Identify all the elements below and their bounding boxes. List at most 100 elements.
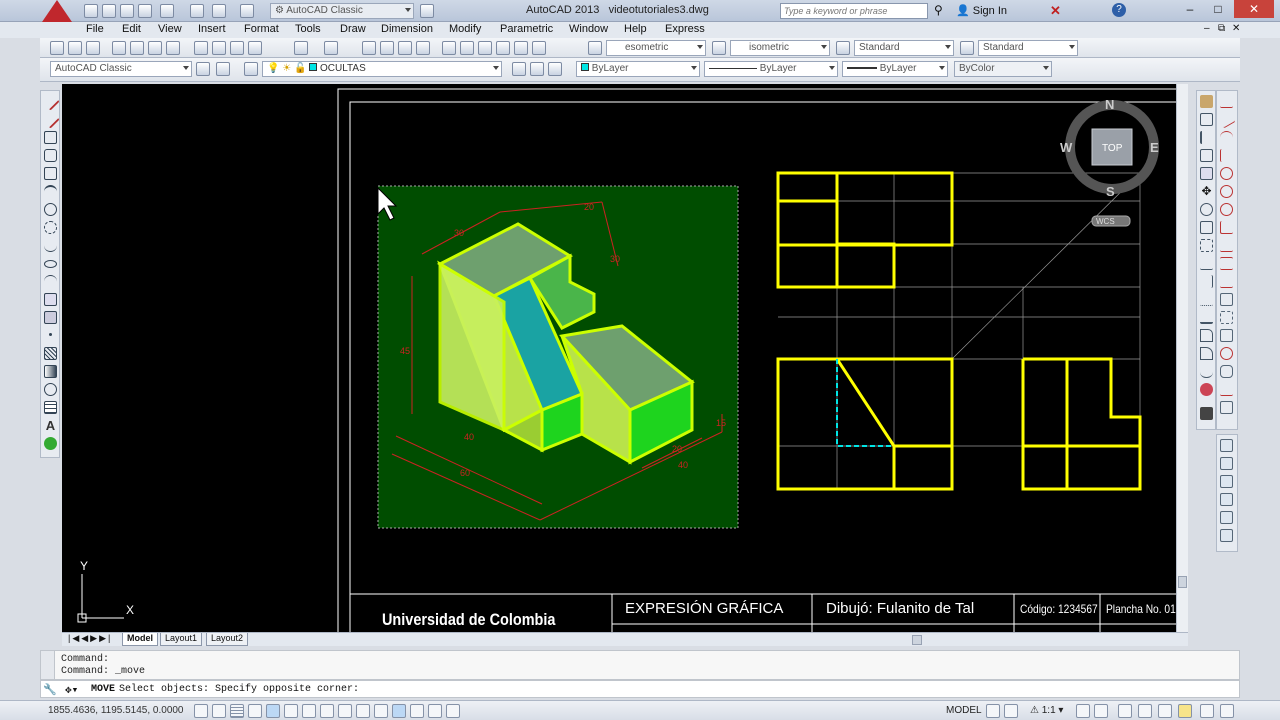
calculator-icon[interactable]	[532, 41, 546, 55]
command-line[interactable]: 🔧 ✥▾ MOVE Select objects: Specify opposi…	[40, 680, 1240, 698]
menu-parametric[interactable]: Parametric	[500, 23, 553, 35]
gradient-icon[interactable]	[44, 365, 57, 378]
isolate-objects-icon[interactable]	[1178, 704, 1192, 718]
mleaderstyle-icon[interactable]	[960, 41, 974, 55]
polygon-icon[interactable]	[44, 149, 57, 162]
menu-insert[interactable]: Insert	[198, 23, 226, 35]
tab-model[interactable]: Model	[122, 633, 158, 646]
search-field[interactable]: Type a keyword or phrase	[780, 3, 928, 19]
multileader-style-combo[interactable]: Standard	[978, 40, 1078, 56]
join-icon[interactable]	[1200, 311, 1213, 324]
dyn-icon[interactable]	[356, 704, 370, 718]
arc-icon[interactable]	[44, 185, 57, 198]
save-icon[interactable]	[86, 41, 100, 55]
horizontal-scroll-thumb[interactable]	[912, 635, 922, 645]
open-icon[interactable]	[68, 41, 82, 55]
snap-icon[interactable]	[212, 704, 226, 718]
ordinate-icon[interactable]	[1220, 149, 1233, 162]
tpy-icon[interactable]	[392, 704, 406, 718]
layer-tool-icon[interactable]	[1220, 511, 1233, 524]
ducs-icon[interactable]	[338, 704, 352, 718]
hardware-accel-icon[interactable]	[1158, 704, 1172, 718]
osnap-icon[interactable]	[284, 704, 298, 718]
workspace-combo-2[interactable]: AutoCAD Classic	[50, 61, 192, 77]
dimstyle-icon[interactable]	[712, 41, 726, 55]
zoom-realtime-icon[interactable]	[380, 41, 394, 55]
zoom-window-icon[interactable]	[398, 41, 412, 55]
workspace-settings-icon[interactable]	[420, 4, 434, 18]
chamfer-icon[interactable]	[1200, 329, 1213, 342]
make-current-icon[interactable]	[512, 62, 526, 76]
save-icon[interactable]	[120, 4, 134, 18]
workspace-switch-icon[interactable]	[1118, 704, 1132, 718]
hatch-icon[interactable]	[44, 347, 57, 360]
menu-file[interactable]: File	[86, 23, 104, 35]
spline-icon[interactable]	[44, 239, 57, 252]
lwt-icon[interactable]	[374, 704, 388, 718]
print-icon[interactable]	[190, 4, 204, 18]
region-icon[interactable]	[44, 383, 57, 396]
menu-format[interactable]: Format	[244, 23, 279, 35]
command-close-icon[interactable]	[41, 651, 55, 679]
linetype-combo[interactable]: ByLayer	[704, 61, 838, 77]
paste-icon[interactable]	[230, 41, 244, 55]
maximize-button[interactable]: □	[1204, 2, 1232, 18]
preview-icon[interactable]	[130, 41, 144, 55]
layer-state-icon[interactable]	[548, 62, 562, 76]
copy-icon[interactable]	[212, 41, 226, 55]
layer-tool-icon[interactable]	[1220, 457, 1233, 470]
doc-minimize-button[interactable]: –	[1204, 23, 1210, 34]
layer-tool-icon[interactable]	[1220, 529, 1233, 542]
copy-object-icon[interactable]	[1200, 113, 1213, 126]
close-button[interactable]: ✕	[1234, 0, 1274, 18]
space-icon[interactable]	[1220, 293, 1233, 306]
magnet-icon[interactable]	[1200, 407, 1213, 420]
extend-icon[interactable]	[1200, 275, 1213, 288]
3dprint-icon[interactable]	[166, 41, 180, 55]
jogged-icon[interactable]	[1220, 185, 1233, 198]
binoculars-icon[interactable]: ⚲	[934, 3, 943, 17]
designcenter-icon[interactable]	[460, 41, 474, 55]
dim-edit-icon[interactable]	[1220, 401, 1233, 414]
layer-tool-icon[interactable]	[1220, 439, 1233, 452]
saveas-icon[interactable]	[138, 4, 152, 18]
array-icon[interactable]	[1200, 167, 1213, 180]
infer-constraints-icon[interactable]	[194, 704, 208, 718]
vertical-scrollbar[interactable]	[1176, 84, 1188, 632]
viewcube[interactable]	[1065, 100, 1159, 227]
redo-icon[interactable]	[240, 4, 254, 18]
wrench-icon[interactable]: 🔧	[43, 683, 57, 697]
explode-icon[interactable]	[1200, 383, 1213, 396]
trim-icon[interactable]	[1200, 257, 1213, 270]
workspace-combo[interactable]: ⚙ AutoCAD Classic	[270, 3, 414, 19]
point-icon[interactable]	[49, 333, 52, 336]
angular-icon[interactable]	[1220, 221, 1233, 234]
qnew-icon[interactable]	[50, 41, 64, 55]
break-dim-icon[interactable]	[1220, 311, 1233, 324]
erase-icon[interactable]	[1200, 95, 1213, 108]
tab-layout2[interactable]: Layout2	[206, 633, 249, 646]
polyline-icon[interactable]	[44, 131, 57, 144]
baseline-icon[interactable]	[1220, 257, 1233, 270]
polar-icon[interactable]	[266, 704, 280, 718]
qp-icon[interactable]	[410, 704, 424, 718]
table-icon[interactable]	[44, 401, 57, 414]
continue-icon[interactable]	[1220, 275, 1233, 288]
open-icon[interactable]	[102, 4, 116, 18]
layer-properties-icon[interactable]	[244, 62, 258, 76]
status-menu-icon[interactable]	[1220, 704, 1234, 718]
revision-cloud-icon[interactable]	[44, 221, 57, 234]
break-icon[interactable]	[1200, 293, 1213, 306]
minimize-button[interactable]: –	[1176, 2, 1204, 18]
fillet-icon[interactable]	[1200, 347, 1213, 360]
sc-icon[interactable]	[428, 704, 442, 718]
autoscale-icon[interactable]	[1094, 704, 1108, 718]
layer-tool-icon[interactable]	[1220, 475, 1233, 488]
offset-icon[interactable]	[1200, 149, 1213, 162]
plot-icon[interactable]	[160, 4, 174, 18]
tab-nav-arrows[interactable]: |◀◀▶▶|	[68, 633, 112, 644]
clean-screen-icon[interactable]	[1200, 704, 1214, 718]
matchprop-icon[interactable]	[248, 41, 262, 55]
rectangle-icon[interactable]	[44, 167, 57, 180]
exchange-icon[interactable]: ✕	[1050, 3, 1061, 19]
